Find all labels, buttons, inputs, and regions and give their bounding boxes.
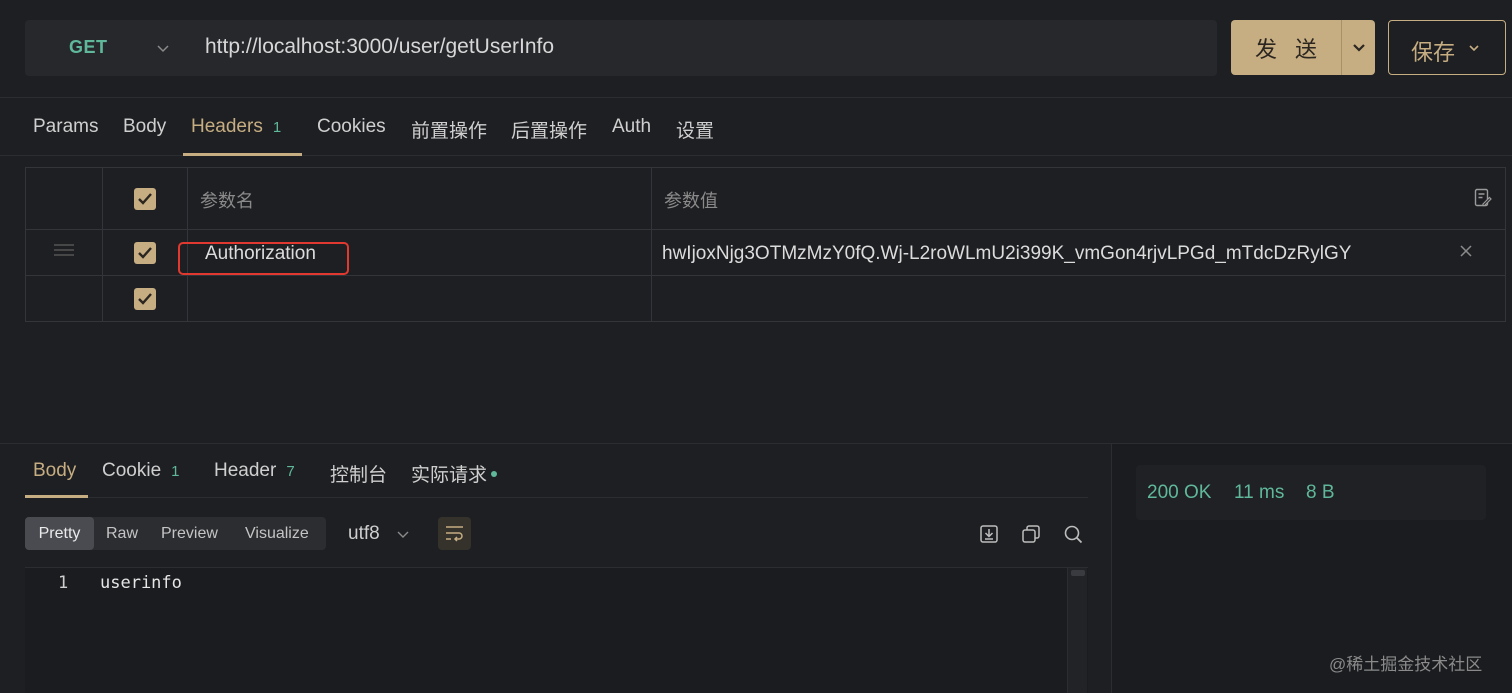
column-divider [651,168,652,321]
view-pretty-button[interactable]: Pretty [25,517,94,550]
response-status-bar: 200 OK 11 ms 8 B [1136,465,1486,520]
checkbox-icon [138,193,152,205]
tab-console[interactable]: 控制台 [330,460,387,487]
select-all-checkbox[interactable] [134,188,156,210]
save-button[interactable]: 保存 [1388,20,1506,75]
active-tab-indicator [183,153,302,156]
row-divider [26,229,1505,230]
column-header-name: 参数名 [200,191,254,211]
row-checkbox[interactable] [134,288,156,310]
scroll-thumb[interactable] [1071,570,1085,576]
active-tab-indicator [25,495,88,498]
view-mode-group: Pretty Raw Preview Visualize [25,517,326,550]
encoding-select[interactable]: utf8 [348,523,380,545]
save-button-label: 保存 [1411,40,1456,65]
tab-post-actions[interactable]: 后置操作 [511,116,587,143]
send-options-chevron-down-icon[interactable] [1351,39,1367,55]
tab-params[interactable]: Params [33,116,98,138]
unread-dot [491,470,498,477]
copy-icon[interactable] [1021,524,1041,544]
editor-scrollbar[interactable] [1067,568,1087,693]
header-value-cell[interactable]: hwIjoxNjg3OTMzMzY0fQ.Wj-L2roWLmU2i399K_v… [662,243,1351,265]
wrap-icon [446,526,463,542]
request-tabs: Params Body Headers 1 Cookies 前置操作 后置操作 A… [0,98,1512,156]
tab-actual-request-label: 实际请求 [411,465,488,486]
tab-auth[interactable]: Auth [612,116,651,138]
tab-headers-count: 1 [272,119,282,136]
tab-header-label: Header [214,460,277,481]
tab-response-body[interactable]: Body [33,460,76,482]
response-tabs: Body Cookie 1 Header 7 控制台 实际请求 [25,444,1088,498]
response-body-editor[interactable]: 1 userinfo [25,567,1088,693]
column-divider [102,168,103,321]
tab-body[interactable]: Body [123,116,166,138]
response-body-panel: Body Cookie 1 Header 7 控制台 实际请求 Pretty Raw… [0,444,1111,693]
line-number: 1 [58,573,69,593]
tab-headers-label: Headers [191,116,263,137]
method-label: GET [69,37,108,57]
row-divider [26,275,1505,276]
highlight-annotation [178,242,349,275]
method-select[interactable]: GET [25,20,185,76]
tab-response-header[interactable]: Header 7 [214,460,295,482]
send-divider [1341,20,1342,75]
drag-handle-icon[interactable] [54,243,74,257]
view-visualize-button[interactable]: Visualize [245,517,309,550]
column-header-value: 参数值 [664,191,718,211]
headers-table: 参数名 参数值 Authorization hwIjoxNjg3OTMzMzY0… [25,167,1506,322]
url-box: GET http://localhost:3000/user/getUserIn… [25,20,1217,76]
send-button-label: 发 送 [1254,36,1324,62]
code-line: userinfo [100,573,182,593]
tab-settings[interactable]: 设置 [676,116,714,143]
row-checkbox[interactable] [134,242,156,264]
tab-response-cookie[interactable]: Cookie 1 [102,460,180,482]
wrap-lines-button[interactable] [438,517,471,550]
chevron-down-icon [1469,45,1479,52]
status-code: 200 OK [1147,482,1212,503]
chevron-down-icon [397,531,409,538]
url-input[interactable]: http://localhost:3000/user/getUserInfo [205,35,554,59]
bulk-edit-icon[interactable] [1474,188,1492,208]
request-bar: GET http://localhost:3000/user/getUserIn… [0,0,1512,98]
watermark: @稀土掘金技术社区 [1329,655,1483,674]
tab-actual-request[interactable]: 实际请求 [411,460,498,487]
tab-pre-actions[interactable]: 前置操作 [411,116,487,143]
download-icon[interactable] [979,524,999,544]
chevron-down-icon [157,45,169,53]
response-time: 11 ms [1234,482,1285,503]
checkbox-icon [138,293,152,305]
view-raw-button[interactable]: Raw [106,517,138,550]
tab-cookie-count: 1 [171,463,180,480]
send-button[interactable]: 发 送 [1231,20,1375,75]
close-icon[interactable] [1459,244,1473,258]
tab-cookies[interactable]: Cookies [317,116,386,138]
checkbox-icon [138,247,152,259]
tab-header-count: 7 [286,463,295,480]
view-preview-button[interactable]: Preview [161,517,218,550]
tab-headers[interactable]: Headers 1 [191,116,281,138]
tab-cookie-label: Cookie [102,460,162,481]
search-icon[interactable] [1063,524,1083,544]
response-size: 8 B [1306,482,1335,503]
